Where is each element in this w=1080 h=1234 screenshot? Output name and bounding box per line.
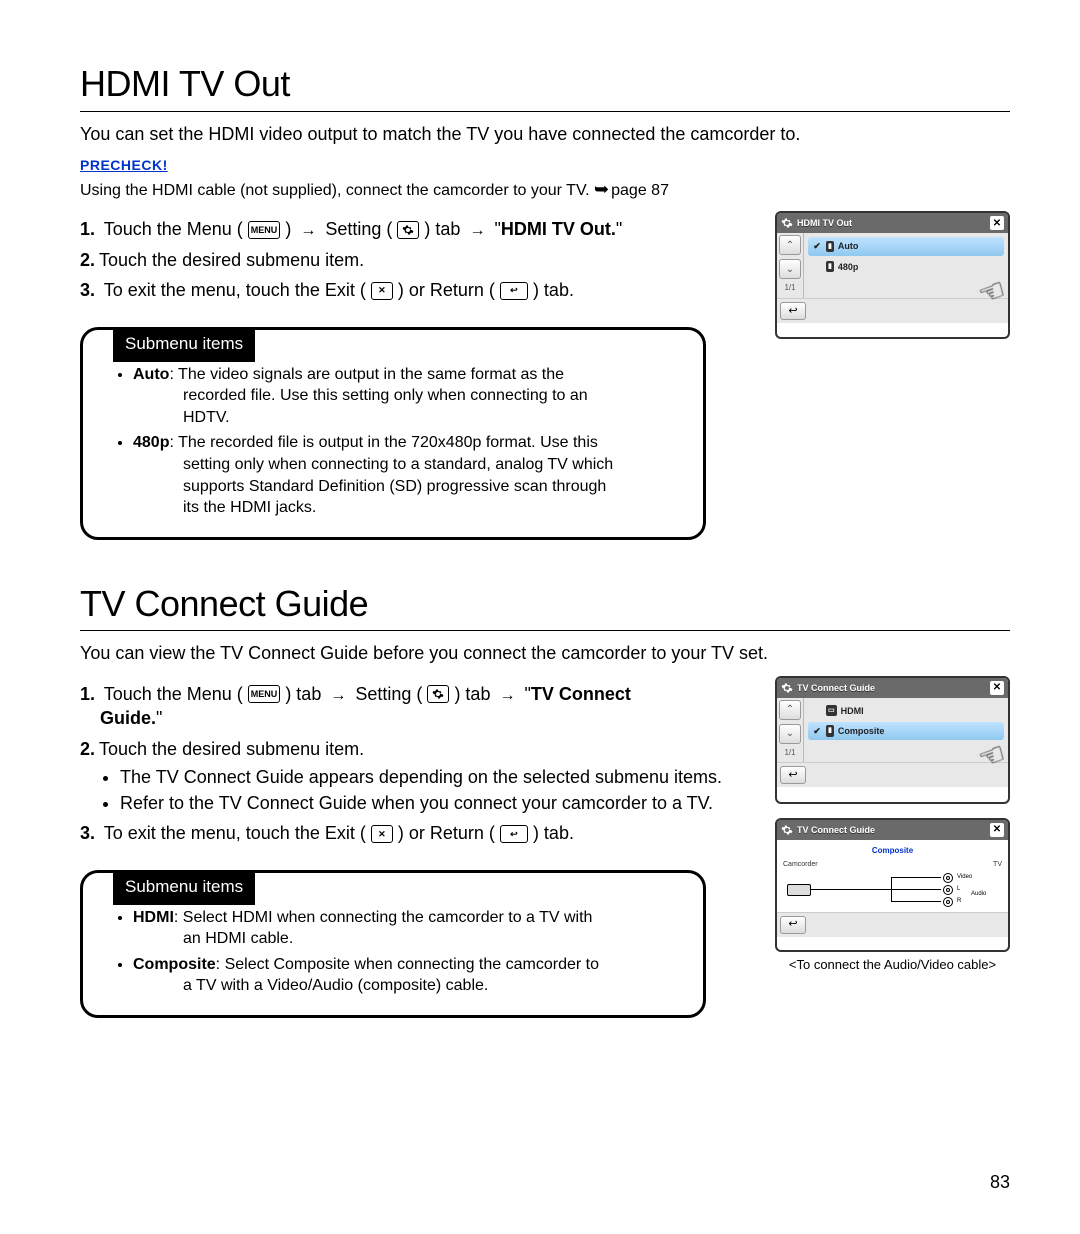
device-screen-tvguide-list: TV Connect Guide ✕ ⌃ ⌄ 1/1 ▭ HDMI ✔ — [775, 676, 1010, 804]
return-icon: ↩ — [500, 825, 528, 843]
submenu-tab: Submenu items — [113, 870, 255, 905]
mode-icon: ▮ — [826, 241, 834, 252]
submenu-box-hdmi: Submenu items Auto: The video signals ar… — [80, 327, 706, 540]
list-item-composite[interactable]: ✔ ▮ Composite — [808, 722, 1004, 740]
step-1: 1. Touch the Menu ( MENU ) tab → Setting… — [80, 682, 755, 731]
nav-down-button[interactable]: ⌄ — [779, 724, 801, 744]
gear-icon — [397, 221, 419, 239]
check-icon: ✔ — [812, 241, 822, 251]
diagram-caption: <To connect the Audio/Video cable> — [775, 956, 1010, 974]
mode-icon: ▮ — [826, 725, 834, 736]
check-icon — [812, 262, 822, 272]
precheck-text: Using the HDMI cable (not supplied), con… — [80, 177, 1010, 202]
return-button[interactable]: ↩ — [780, 766, 806, 784]
section-title-hdmi: HDMI TV Out — [80, 60, 1010, 112]
intro-hdmi: You can set the HDMI video output to mat… — [80, 122, 1010, 146]
return-button[interactable]: ↩ — [780, 916, 806, 934]
page-indicator: 1/1 — [777, 748, 803, 759]
diagram-subtitle: Composite — [783, 846, 1002, 857]
return-button[interactable]: ↩ — [780, 302, 806, 320]
step-2: 2.Touch the desired submenu item. — [80, 248, 755, 272]
connection-diagram: Video L Audio R — [783, 870, 1002, 910]
close-button[interactable]: ✕ — [990, 216, 1004, 230]
menu-icon: MENU — [248, 685, 281, 703]
list-item-auto[interactable]: ✔ ▮ Auto — [808, 237, 1004, 255]
step-3: 3. To exit the menu, touch the Exit ( ✕ … — [80, 821, 755, 845]
section-title-tvguide: TV Connect Guide — [80, 580, 1010, 632]
precheck-label: PRECHECK! — [80, 156, 1010, 175]
mode-icon: ▭ — [826, 705, 837, 716]
arrow-icon: → — [300, 222, 316, 239]
close-icon: ✕ — [371, 282, 393, 300]
screen-title: TV Connect Guide — [797, 682, 986, 694]
submenu-item-composite: Composite: Select Composite when connect… — [133, 954, 683, 997]
list-item-hdmi[interactable]: ▭ HDMI — [808, 702, 1004, 720]
screen-title: HDMI TV Out — [797, 217, 986, 229]
device-screen-hdmi: HDMI TV Out ✕ ⌃ ⌄ 1/1 ✔ ▮ Auto — [775, 211, 1010, 339]
device-screen-tvguide-diagram: TV Connect Guide ✕ Composite Camcorder T… — [775, 818, 1010, 952]
step-2-bullet-2: Refer to the TV Connect Guide when you c… — [120, 791, 755, 815]
arrow-icon: → — [469, 222, 485, 239]
intro-tvguide: You can view the TV Connect Guide before… — [80, 641, 1010, 665]
close-button[interactable]: ✕ — [990, 823, 1004, 837]
submenu-item-auto: Auto: The video signals are output in th… — [133, 364, 683, 429]
gear-icon — [781, 682, 793, 694]
gear-icon — [781, 217, 793, 229]
submenu-item-480p: 480p: The recorded file is output in the… — [133, 432, 683, 518]
page-number: 83 — [990, 1170, 1010, 1194]
close-button[interactable]: ✕ — [990, 681, 1004, 695]
screen-title: TV Connect Guide — [797, 824, 986, 836]
nav-up-button[interactable]: ⌃ — [779, 700, 801, 720]
return-icon: ↩ — [500, 282, 528, 300]
submenu-tab: Submenu items — [113, 327, 255, 362]
close-icon: ✕ — [371, 825, 393, 843]
submenu-item-hdmi: HDMI: Select HDMI when connecting the ca… — [133, 907, 683, 950]
list-item-480p[interactable]: ▮ 480p — [808, 258, 1004, 276]
gear-icon — [427, 685, 449, 703]
gear-icon — [781, 824, 793, 836]
check-icon — [812, 706, 822, 716]
step-1: 1. Touch the Menu ( MENU ) → Setting ( )… — [80, 217, 755, 242]
diagram-label-camcorder: Camcorder — [783, 860, 818, 869]
precheck-text-a: Using the HDMI cable (not supplied), con… — [80, 182, 594, 199]
nav-down-button[interactable]: ⌄ — [779, 259, 801, 279]
step-3: 3. To exit the menu, touch the Exit ( ✕ … — [80, 278, 755, 302]
submenu-box-tvguide: Submenu items HDMI: Select HDMI when con… — [80, 870, 706, 1018]
arrow-icon: → — [330, 687, 346, 704]
page-ref: ➥page 87 — [594, 182, 669, 199]
step-2: 2.Touch the desired submenu item. The TV… — [80, 737, 755, 816]
arrow-icon: → — [499, 687, 515, 704]
nav-up-button[interactable]: ⌃ — [779, 235, 801, 255]
check-icon: ✔ — [812, 726, 822, 736]
diagram-label-tv: TV — [993, 860, 1002, 869]
menu-icon: MENU — [248, 221, 281, 239]
mode-icon: ▮ — [826, 261, 834, 272]
page-indicator: 1/1 — [777, 283, 803, 294]
steps-hdmi: 1. Touch the Menu ( MENU ) → Setting ( )… — [80, 217, 755, 302]
steps-tvguide: 1. Touch the Menu ( MENU ) tab → Setting… — [80, 682, 755, 846]
step-2-bullet-1: The TV Connect Guide appears depending o… — [120, 765, 755, 789]
